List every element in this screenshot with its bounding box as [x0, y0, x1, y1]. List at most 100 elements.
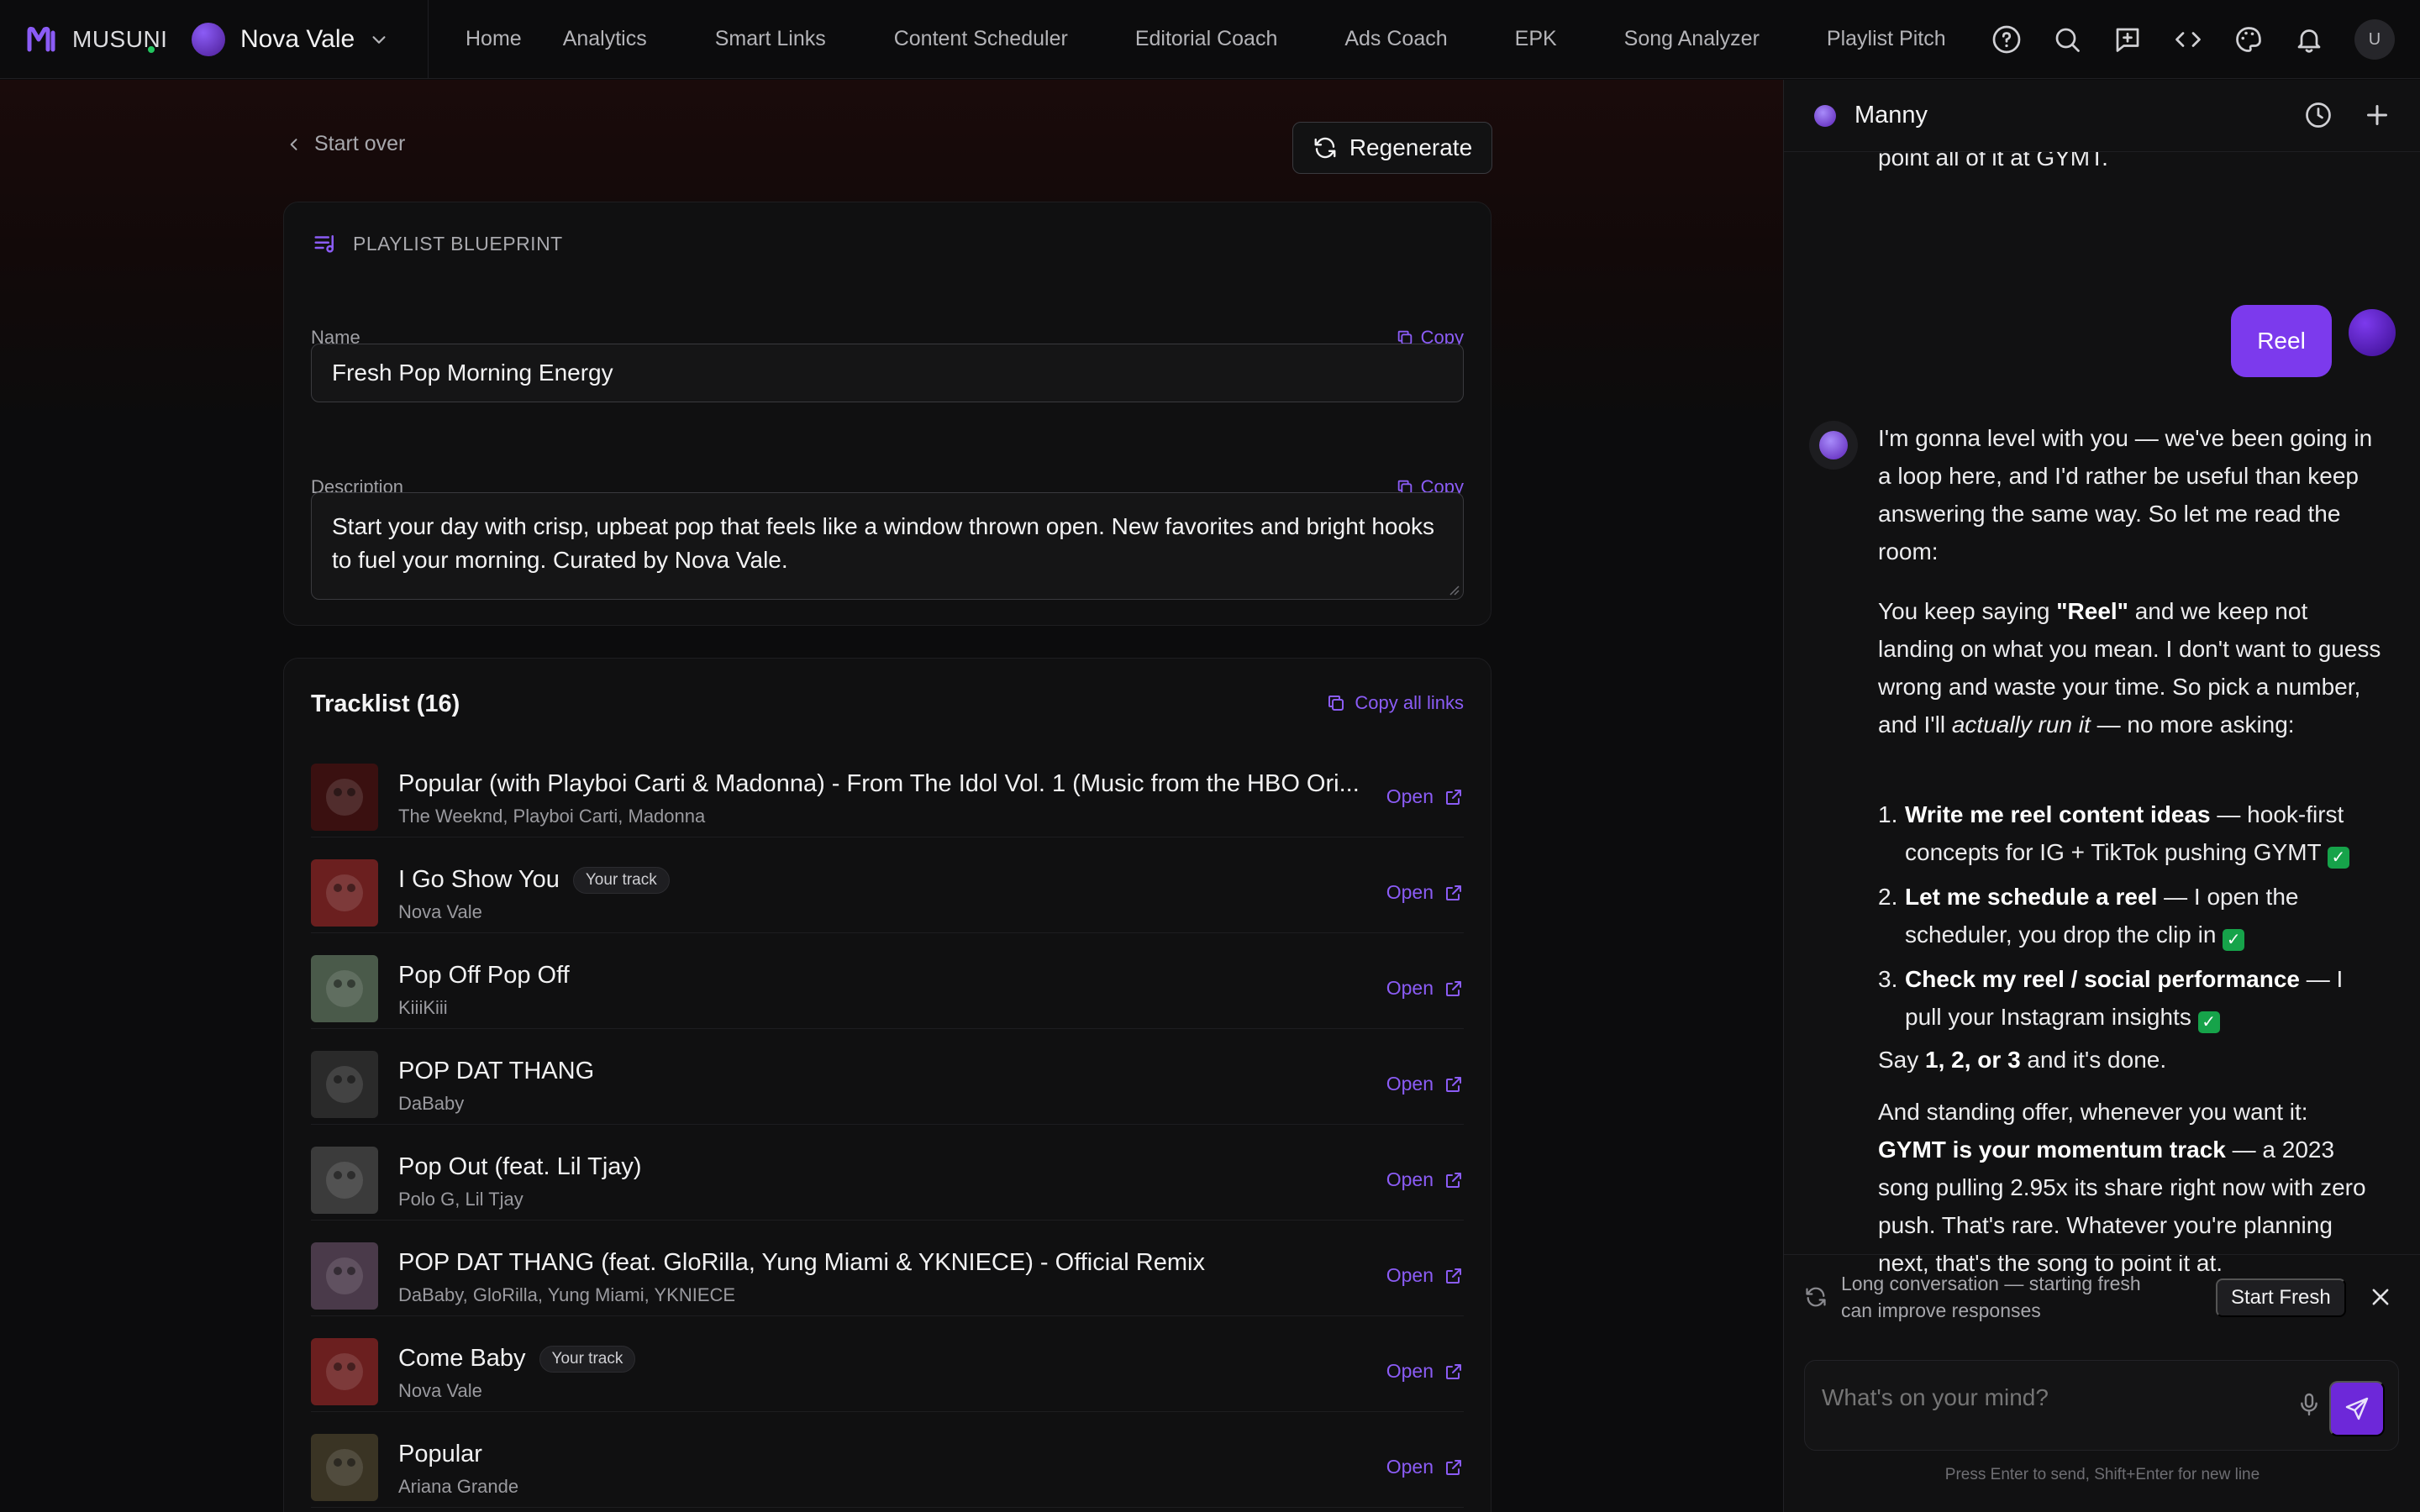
check-icon: ✓ — [2197, 1011, 2220, 1033]
start-over-link[interactable]: Start over — [286, 132, 405, 156]
track-title: Popular (with Playboi Carti & Madonna) -… — [398, 770, 1360, 797]
open-track-link[interactable]: Open — [1386, 1264, 1464, 1287]
nav-song-analyzer[interactable]: Song Analyzer — [1624, 27, 1760, 51]
musuni-logo-icon — [27, 26, 55, 51]
help-icon[interactable] — [1991, 24, 2022, 55]
playlist-icon — [314, 235, 334, 253]
album-art — [311, 764, 378, 831]
description-text: Start your day with crisp, upbeat pop th… — [332, 513, 1435, 573]
track-title-row: Come Baby Your track — [398, 1345, 636, 1373]
resize-handle-icon[interactable] — [1448, 584, 1460, 596]
playlist-description-textarea[interactable]: Start your day with crisp, upbeat pop th… — [311, 492, 1464, 600]
external-link-icon — [1446, 1459, 1461, 1475]
open-track-link[interactable]: Open — [1386, 1456, 1464, 1478]
assistant-avatar — [1809, 421, 1858, 470]
bell-icon[interactable] — [2294, 24, 2324, 55]
open-track-link[interactable]: Open — [1386, 1073, 1464, 1095]
manny-avatar — [1814, 104, 1836, 127]
track-title: Pop Out (feat. Lil Tjay) — [398, 1153, 642, 1180]
playlist-name-input[interactable]: Fresh Pop Morning Energy — [311, 344, 1464, 402]
refresh-icon — [1314, 137, 1336, 159]
blueprint-header: PLAYLIST BLUEPRINT — [313, 231, 563, 256]
open-track-link[interactable]: Open — [1386, 785, 1464, 808]
regenerate-button[interactable]: Regenerate — [1292, 122, 1492, 174]
start-fresh-button[interactable]: Start Fresh — [2216, 1278, 2346, 1317]
microphone-icon[interactable] — [2296, 1391, 2323, 1418]
track-title: Pop Off Pop Off — [398, 962, 570, 989]
external-link-icon — [1446, 885, 1461, 900]
nav-analytics[interactable]: Analytics — [563, 27, 647, 51]
track-title: I Go Show You — [398, 866, 560, 893]
check-icon: ✓ — [2223, 929, 2245, 951]
nav-editorial-coach[interactable]: Editorial Coach — [1135, 27, 1278, 51]
external-link-icon — [1446, 1268, 1461, 1284]
nav-ads-coach[interactable]: Ads Coach — [1344, 27, 1447, 51]
open-track-link[interactable]: Open — [1386, 1360, 1464, 1383]
chevron-left-icon — [290, 138, 297, 150]
open-label: Open — [1386, 1456, 1434, 1478]
open-label: Open — [1386, 1073, 1434, 1095]
artist-switcher[interactable]: Nova Vale — [168, 0, 429, 79]
main-nav: Home Analytics Smart Links Content Sched… — [429, 0, 1946, 79]
chat-header: Manny — [1784, 80, 2420, 152]
send-icon — [2345, 1397, 2369, 1420]
album-art — [311, 1434, 378, 1501]
open-label: Open — [1386, 1360, 1434, 1382]
track-artist: DaBaby, GloRilla, Yung Miami, YKNIECE — [398, 1284, 736, 1305]
option-item-2: 2. Let me schedule a reel — I open the sc… — [1878, 884, 2299, 951]
user-message-avatar — [2349, 309, 2396, 356]
check-icon: ✓ — [2327, 847, 2349, 869]
track-title-row: Pop Off Pop Off — [398, 962, 570, 990]
feedback-icon[interactable] — [2112, 24, 2143, 55]
new-chat-icon[interactable] — [2362, 100, 2392, 130]
chat-input[interactable] — [1822, 1384, 2275, 1411]
track-row: Pop Out (feat. Lil Tjay) Polo G, Lil Tjay… — [311, 1125, 1464, 1221]
open-label: Open — [1386, 785, 1434, 807]
open-label: Open — [1386, 1168, 1434, 1190]
track-artist: Nova Vale — [398, 901, 482, 922]
copy-icon — [1328, 696, 1344, 711]
code-icon[interactable] — [2173, 24, 2203, 55]
palette-icon[interactable] — [2233, 24, 2264, 55]
open-track-link[interactable]: Open — [1386, 1168, 1464, 1191]
track-row: Popular (with Playboi Carti & Madonna) -… — [311, 742, 1464, 837]
start-over-label: Start over — [314, 132, 406, 155]
nav-icon-group: U — [1991, 0, 2395, 79]
brand[interactable]: MUSUNI — [0, 23, 168, 56]
nav-playlist-pitch[interactable]: Playlist Pitch — [1827, 27, 1946, 51]
track-title: POP DAT THANG (feat. GloRilla, Yung Miam… — [398, 1249, 1205, 1276]
copy-all-links-button[interactable]: Copy all links — [1326, 692, 1464, 714]
open-track-link[interactable]: Open — [1386, 881, 1464, 904]
track-row: Come Baby Your track Nova Vale Open — [311, 1316, 1464, 1412]
track-title: POP DAT THANG — [398, 1058, 595, 1084]
search-icon[interactable] — [2052, 24, 2082, 55]
nav-content-scheduler[interactable]: Content Scheduler — [894, 27, 1068, 51]
track-title-row: Popular (with Playboi Carti & Madonna) -… — [398, 770, 1360, 798]
track-title: Come Baby — [398, 1345, 526, 1372]
artist-name: Nova Vale — [240, 24, 355, 53]
history-icon[interactable] — [2303, 100, 2333, 130]
album-art — [311, 1242, 378, 1310]
nav-home[interactable]: Home — [466, 27, 522, 51]
chat-title: Manny — [1854, 102, 1928, 129]
online-status-dot — [146, 44, 156, 55]
previous-message-fragment: point all of it at GYMT. — [1878, 152, 2108, 171]
tracklist-title: Tracklist (16) — [311, 690, 460, 717]
album-art — [311, 955, 378, 1022]
composer-hint: Press Enter to send, Shift+Enter for new… — [1944, 1466, 2260, 1483]
chat-header-actions — [2303, 100, 2392, 130]
close-icon[interactable] — [2369, 1285, 2392, 1309]
nav-smart-links[interactable]: Smart Links — [715, 27, 826, 51]
album-art — [311, 859, 378, 927]
assistant-paragraph-2: You keep saying "Reel" and we keep not l… — [1878, 598, 2381, 738]
user-avatar[interactable]: U — [2354, 19, 2395, 60]
open-track-link[interactable]: Open — [1386, 977, 1464, 1000]
option-item-3: 3. Check my reel / social performance — I… — [1878, 966, 2344, 1033]
track-title-row: Popular — [398, 1441, 482, 1468]
send-button[interactable] — [2329, 1381, 2385, 1436]
track-row: POP DAT THANG (feat. GloRilla, Yung Miam… — [311, 1221, 1464, 1316]
chat-composer — [1804, 1360, 2399, 1451]
external-link-icon — [1446, 980, 1461, 996]
track-title-row: POP DAT THANG — [398, 1058, 594, 1085]
nav-epk[interactable]: EPK — [1515, 27, 1557, 51]
